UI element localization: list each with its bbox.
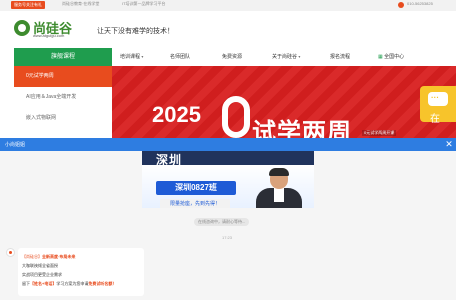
teacher-hair: [269, 168, 289, 176]
nav-item-enroll[interactable]: 报名流程: [330, 53, 350, 60]
teacher-photo: [250, 168, 308, 208]
top-bar: 服务号关注有礼 尚硅谷教育·在线学堂 IT培训第一品牌学习平台 010-5625…: [0, 0, 456, 11]
nav-label: 关于尚硅谷: [272, 54, 298, 60]
banner-subtitle: 0元试学两周开课: [362, 130, 397, 136]
left-menu-item-embedded[interactable]: 嵌入式物联网: [14, 108, 112, 129]
nav-item-courses[interactable]: 培训课程 ▾: [120, 53, 143, 60]
teacher-shirt: [274, 188, 284, 202]
category-menu-button[interactable]: 旗舰课程: [14, 48, 112, 66]
phone-icon: [398, 2, 404, 8]
main-nav: 旗舰课程 培训课程 ▾ 名师团队 免费资源 关于尚硅谷 ▾ 报名流程 ▦ 全国中…: [0, 48, 456, 66]
chevron-down-icon: ▾: [298, 54, 301, 59]
agent-avatar: [6, 248, 15, 257]
poster-top-band: 深圳: [142, 151, 314, 167]
hero-banner[interactable]: 2025 试学两周 0元试学两周开课: [112, 66, 456, 138]
chat-poster-image[interactable]: 深圳 深圳0827班 限量抢座，先到先得！: [142, 151, 314, 208]
message-text: 学习方案为您申请: [56, 281, 89, 286]
nav-label: 培训课程: [120, 54, 141, 60]
left-menu-item-ai-java[interactable]: AI应用＆Java全端开发: [14, 87, 112, 108]
ellipsis-icon: ···: [431, 93, 439, 102]
chat-title: 小尚姐姐: [5, 142, 26, 148]
follow-tag[interactable]: 服务号关注有礼: [11, 1, 45, 9]
message-highlight: 全新高度·布局未来: [42, 254, 76, 259]
poster-body: 深圳0827班 限量抢座，先到先得！: [142, 165, 314, 208]
left-menu-item-trial[interactable]: 0元试学两周 ♨: [14, 66, 112, 87]
floating-chat-button[interactable]: ··· 在: [420, 86, 456, 125]
grid-icon: ▦: [378, 54, 383, 60]
nav-item-centers[interactable]: ▦ 全国中心: [378, 53, 404, 60]
message-brand: 【尚硅谷】: [22, 254, 42, 259]
poster-class-name: 深圳0827班: [156, 181, 236, 195]
slogan: 让天下没有难学的技术！: [97, 28, 174, 35]
message-highlight: 【姓名+电话】: [30, 281, 57, 286]
nav-item-teachers[interactable]: 名师团队: [170, 53, 190, 60]
hotline: 010-56253825: [407, 1, 433, 6]
chevron-down-icon: ▾: [141, 54, 144, 59]
top-link-2[interactable]: IT培训第一品牌学习平台: [122, 1, 166, 7]
message-line: 实战项目更受企业需求: [22, 272, 62, 277]
close-icon[interactable]: ✕: [444, 139, 454, 149]
chat-message-bubble: 【尚硅谷】全新高度·布局未来 大咖联袂倾全省面授 实战项目更受企业需求 留下【姓…: [18, 248, 144, 296]
nav-label: 全国中心: [384, 54, 405, 60]
left-menu: 0元试学两周 ♨ AI应用＆Java全端开发 嵌入式物联网: [14, 66, 112, 138]
fire-icon: ♨: [56, 73, 63, 79]
message-line: 大咖联袂倾全省面授: [22, 263, 58, 268]
banner-headline: 试学两周: [252, 119, 352, 138]
message-text: 留下: [22, 281, 30, 286]
banner-zero-graphic: [222, 96, 250, 138]
logo-icon[interactable]: [14, 20, 30, 36]
message-line: 【尚硅谷】全新高度·布局未来: [22, 252, 140, 261]
nav-item-about[interactable]: 关于尚硅谷 ▾: [272, 53, 300, 60]
nav-item-resources[interactable]: 免费资源: [222, 53, 242, 60]
logo-url: www.atguigu.com: [33, 33, 65, 38]
message-timestamp: 17:23: [222, 235, 233, 240]
system-notice: 在线咨询中，请耐心等待...: [194, 218, 250, 226]
top-link-1[interactable]: 尚硅谷教育·在线学堂: [62, 1, 99, 7]
chat-header: 小尚姐姐 ✕: [0, 138, 456, 151]
left-menu-label: 0元试学两周: [26, 73, 54, 79]
message-highlight: 免费试听名额！: [88, 281, 117, 286]
page: 服务号关注有礼 尚硅谷教育·在线学堂 IT培训第一品牌学习平台 010-5625…: [0, 0, 456, 300]
floating-chat-label: 在: [430, 114, 440, 125]
message-line: 留下【姓名+电话】学习方案为您申请免费试听名额！: [22, 279, 140, 288]
poster-cta: 限量抢座，先到先得！: [160, 199, 230, 208]
banner-year: 2025: [152, 102, 201, 127]
